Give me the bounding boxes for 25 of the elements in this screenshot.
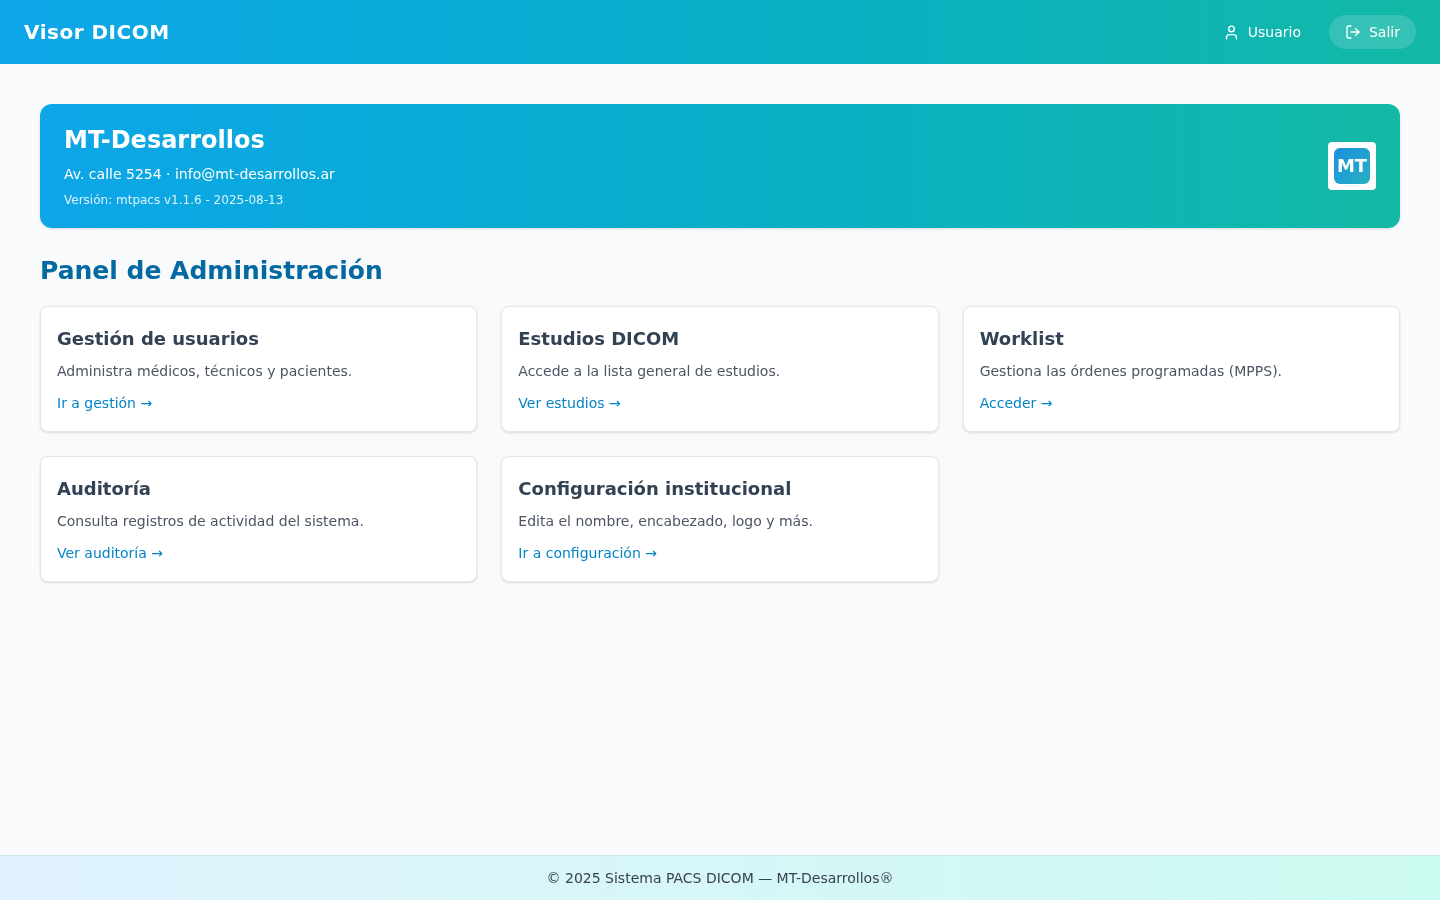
card-title: Worklist: [979, 326, 1065, 351]
card-title: Gestión de usuarios: [57, 326, 260, 351]
logout-icon: [1345, 24, 1361, 40]
card-link[interactable]: Acceder →: [979, 392, 1053, 413]
card-title: Estudios DICOM: [518, 326, 681, 351]
card-link[interactable]: Ver estudios →: [518, 392, 621, 413]
organization-address: Av. calle 5254 · info@mt-desarrollos.ar: [64, 165, 335, 184]
app-title: Visor DICOM: [24, 19, 170, 46]
card-description: Gestiona las órdenes programadas (MPPS).: [979, 361, 1284, 381]
card-title: Auditoría: [57, 476, 152, 501]
footer-text: © 2025 Sistema PACS DICOM — MT-Desarrollos®: [546, 869, 894, 888]
panel-title: Panel de Administración: [40, 255, 384, 287]
organization-name: MT-Desarrollos: [64, 125, 266, 156]
card-link[interactable]: Ir a configuración →: [518, 542, 657, 563]
card-title: Configuración institucional: [518, 476, 793, 501]
card-description: Accede a la lista general de estudios.: [518, 361, 782, 381]
user-button[interactable]: Usuario: [1222, 22, 1301, 42]
card-description: Administra médicos, técnicos y pacientes.: [57, 361, 354, 381]
card-link[interactable]: Ver auditoría →: [57, 542, 163, 563]
logout-button[interactable]: Salir: [1329, 15, 1416, 49]
card-description: Edita el nombre, encabezado, logo y más.: [518, 511, 814, 531]
card-link[interactable]: Ir a gestión →: [57, 392, 153, 413]
logo-text: MT: [1334, 148, 1370, 184]
card-description: Consulta registros de actividad del sistema.: [57, 511, 365, 531]
version-text: Versión: mtpacs v1.1.6 - 2025-08-13: [64, 192, 285, 208]
